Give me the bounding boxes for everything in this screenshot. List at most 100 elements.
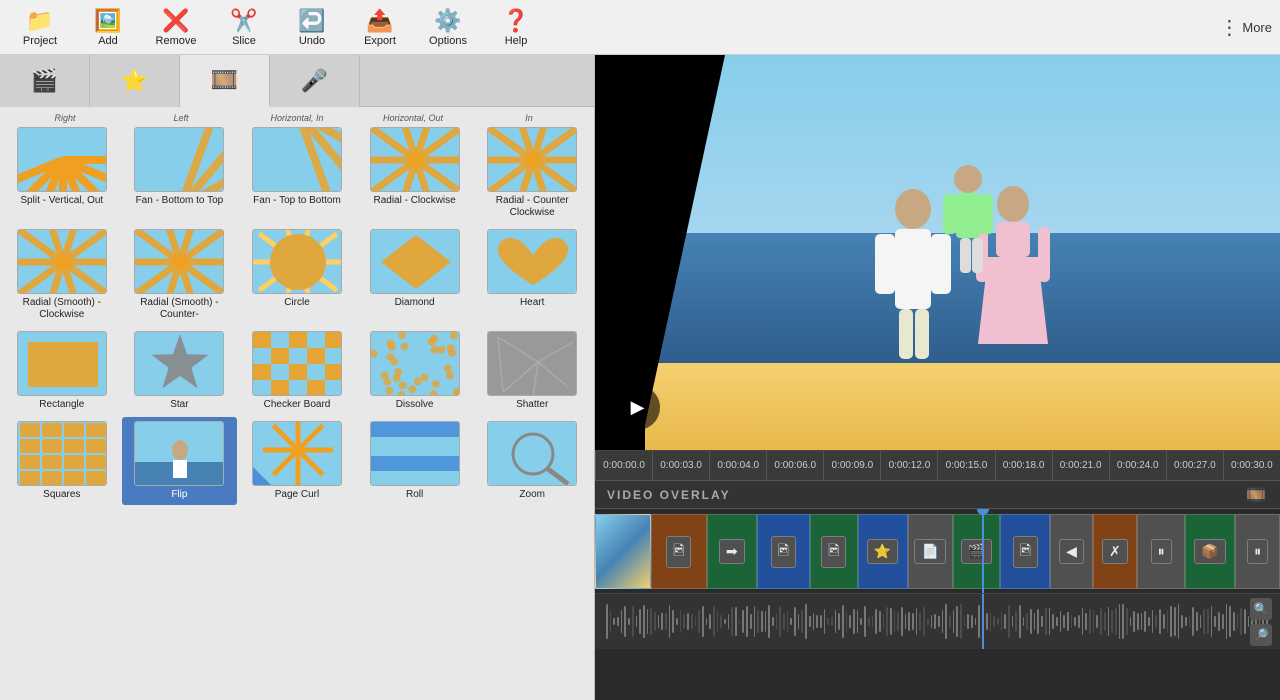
transition-item-split-vertical-out[interactable]: Split - Vertical, Out <box>4 123 120 223</box>
transition-item-rectangle[interactable]: Rectangle <box>4 327 120 415</box>
waveform-bar <box>997 618 999 625</box>
waveform-bar <box>1071 615 1073 628</box>
waveform-bar <box>860 618 862 624</box>
waveform-bar <box>894 611 896 632</box>
help-icon: ❓ <box>502 8 529 34</box>
transition-item-zoom[interactable]: Zoom <box>474 417 590 505</box>
options-label: Options <box>429 35 467 47</box>
transition-item-radial-smooth-cc[interactable]: Radial (Smooth) - Counter- <box>122 225 238 325</box>
clip-strip: 🖻➡🖻🖻⭐📄🎬🖻◀✗⏸📦⏸ <box>595 514 1280 589</box>
clip-3[interactable]: 🖻 <box>757 514 810 589</box>
waveform-bar <box>1170 606 1172 636</box>
waveform-bar <box>816 615 818 628</box>
transition-label-zoom: Zoom <box>519 489 545 501</box>
undo-button[interactable]: ↩️ Undo <box>280 4 344 50</box>
clip-12[interactable]: 📦 <box>1185 514 1235 589</box>
transition-item-dissolve[interactable]: Dissolve <box>357 327 473 415</box>
help-button[interactable]: ❓ Help <box>484 4 548 50</box>
clip-11[interactable]: ⏸ <box>1137 514 1185 589</box>
tab-favorites[interactable]: ⭐ <box>90 55 180 107</box>
transition-item-diamond[interactable]: Diamond <box>357 225 473 325</box>
transition-item-radial-smooth-cw[interactable]: Radial (Smooth) - Clockwise <box>4 225 120 325</box>
slice-icon: ✂️ <box>230 8 257 34</box>
transition-label-fan-top-bottom: Fan - Top to Bottom <box>253 195 341 207</box>
more-button[interactable]: ⋮ More <box>1219 15 1272 40</box>
transition-thumb-rectangle <box>17 331 107 396</box>
time-ruler: 0:00:00.00:00:03.00:00:04.00:00:06.00:00… <box>595 451 1280 481</box>
play-button[interactable]: ▶ <box>615 385 660 430</box>
waveform-bar <box>672 610 674 633</box>
transition-item-fan-top-bottom[interactable]: Fan - Top to Bottom <box>239 123 355 223</box>
cat-left: Left <box>124 113 238 123</box>
clip-4[interactable]: 🖻 <box>810 514 858 589</box>
transition-item-fan-bottom-top[interactable]: Fan - Bottom to Top <box>122 123 238 223</box>
transition-item-radial-clockwise[interactable]: Radial - Clockwise <box>357 123 473 223</box>
transition-label-radial-smooth-cw: Radial (Smooth) - Clockwise <box>6 297 118 321</box>
tab-transitions[interactable]: 🎞️ <box>180 55 270 107</box>
project-label: Project <box>23 35 57 47</box>
clip-10[interactable]: ✗ <box>1093 514 1138 589</box>
waveform-bar <box>1244 609 1246 634</box>
time-mark-6: 0:00:15.0 <box>937 451 994 480</box>
slice-button[interactable]: ✂️ Slice <box>212 4 276 50</box>
zoom-out-button[interactable]: 🔎 <box>1250 624 1272 646</box>
export-button[interactable]: 📤 Export <box>348 4 412 50</box>
tab-audio[interactable]: 🎤 <box>270 55 360 107</box>
cat-in: In <box>472 113 586 123</box>
waveform-bar <box>1001 612 1003 630</box>
clip-8[interactable]: 🖻 <box>1000 514 1050 589</box>
clip-0[interactable] <box>595 514 651 589</box>
clip-13[interactable]: ⏸ <box>1235 514 1280 589</box>
transition-item-shatter[interactable]: Shatter <box>474 327 590 415</box>
video-overlay-label: VIDEO OVERLAY 🎞️ <box>595 481 1280 509</box>
waveform-bar <box>1115 608 1117 634</box>
waveform-bar <box>768 605 770 639</box>
transition-item-checker[interactable]: Checker Board <box>239 327 355 415</box>
clip-1[interactable]: 🖻 <box>651 514 707 589</box>
waveform-bar <box>934 614 936 629</box>
clip-7[interactable]: 🎬 <box>953 514 1001 589</box>
waveform-bar <box>761 611 763 632</box>
waveform-bar <box>890 608 892 636</box>
transition-item-roll[interactable]: Roll <box>357 417 473 505</box>
clip-2[interactable]: ➡ <box>707 514 757 589</box>
waveform-bar <box>879 611 881 633</box>
waveform-bar <box>706 618 708 626</box>
waveform-bar <box>1063 615 1065 629</box>
waveform-bar <box>864 606 866 636</box>
effects-icon: 🎬 <box>31 68 58 94</box>
waveform-bar <box>809 616 811 626</box>
project-button[interactable]: 📁 Project <box>8 4 72 50</box>
transition-thumb-radial-smooth-cc <box>134 229 224 294</box>
transition-item-flip[interactable]: Flip <box>122 417 238 505</box>
waveform-bar <box>739 619 741 624</box>
transitions-icon: 🎞️ <box>211 67 238 93</box>
waveform-bar <box>953 610 955 632</box>
transition-item-heart[interactable]: Heart <box>474 225 590 325</box>
waveform-bar <box>1237 614 1239 628</box>
tab-effects[interactable]: 🎬 <box>0 55 90 107</box>
transition-item-circle[interactable]: Circle <box>239 225 355 325</box>
clip-9[interactable]: ◀ <box>1050 514 1092 589</box>
waveform-bar <box>1133 611 1135 632</box>
playhead[interactable] <box>982 509 984 593</box>
options-button[interactable]: ⚙️ Options <box>416 4 480 50</box>
transition-item-star[interactable]: Star <box>122 327 238 415</box>
waveform-bar <box>824 609 826 634</box>
waveform-bar <box>1122 604 1124 639</box>
transition-item-radial-counter[interactable]: Radial - Counter Clockwise <box>474 123 590 223</box>
clip-5[interactable]: ⭐ <box>858 514 908 589</box>
add-button[interactable]: 🖼️ Add <box>76 4 140 50</box>
waveform-bar <box>1104 612 1106 631</box>
transition-item-page-curl[interactable]: Page Curl <box>239 417 355 505</box>
waveform-bar <box>661 613 663 630</box>
remove-button[interactable]: ❌ Remove <box>144 4 208 50</box>
waveform-bar <box>978 605 980 638</box>
time-mark-2: 0:00:04.0 <box>709 451 766 480</box>
transition-item-squares[interactable]: Squares <box>4 417 120 505</box>
transition-thumb-dissolve <box>370 331 460 396</box>
transition-label-heart: Heart <box>520 297 544 309</box>
waveform-bar <box>709 614 711 628</box>
clip-6[interactable]: 📄 <box>908 514 953 589</box>
zoom-in-button[interactable]: 🔍 <box>1250 598 1272 620</box>
